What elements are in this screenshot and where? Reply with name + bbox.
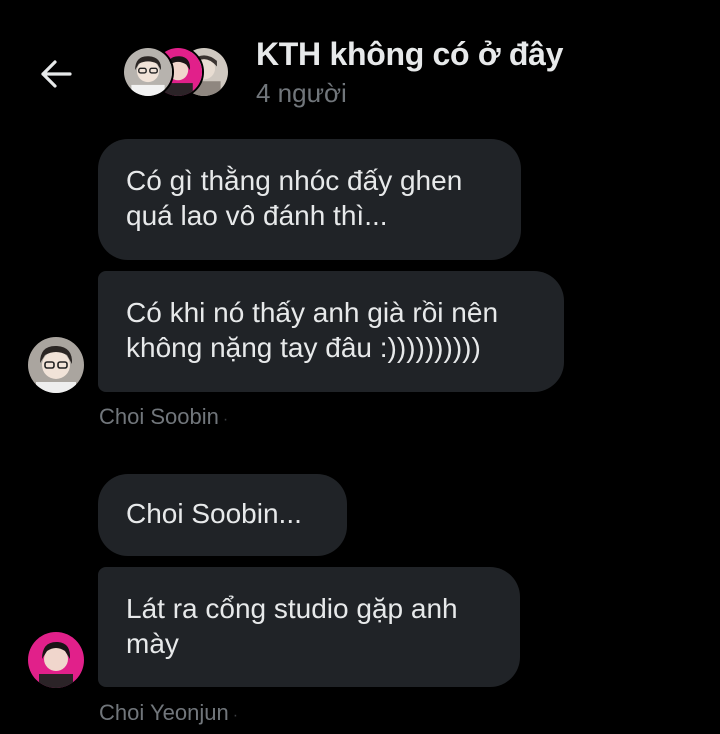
sender-name: Choi Yeonjun · (99, 700, 238, 726)
group-avatar-1 (122, 46, 174, 98)
sender-name: Choi Soobin · (99, 404, 228, 430)
message-bubble[interactable]: Lát ra cổng studio gặp anh mày (98, 567, 520, 687)
sender-avatar-choi-soobin[interactable] (28, 337, 84, 393)
group-avatar-stack[interactable] (122, 46, 232, 98)
arrow-left-icon (41, 60, 72, 88)
back-button[interactable] (34, 52, 78, 96)
conversation-title[interactable]: KTH không có ở đây (256, 36, 563, 73)
separator-dot: · (232, 707, 239, 724)
separator-dot: · (222, 411, 229, 428)
message-bubble[interactable]: Choi Soobin... (98, 474, 347, 556)
sender-avatar-choi-yeonjun[interactable] (28, 632, 84, 688)
message-bubble[interactable]: Có gì thằng nhóc đấy ghen quá lao vô đán… (98, 139, 521, 260)
message-bubble[interactable]: Có khi nó thấy anh già rồi nên không nặn… (98, 271, 564, 392)
sender-name-label: Choi Soobin (99, 404, 219, 429)
sender-name-label: Choi Yeonjun (99, 700, 229, 725)
conversation-header: KTH không có ở đây 4 người (0, 0, 720, 130)
participant-count[interactable]: 4 người (256, 78, 347, 109)
